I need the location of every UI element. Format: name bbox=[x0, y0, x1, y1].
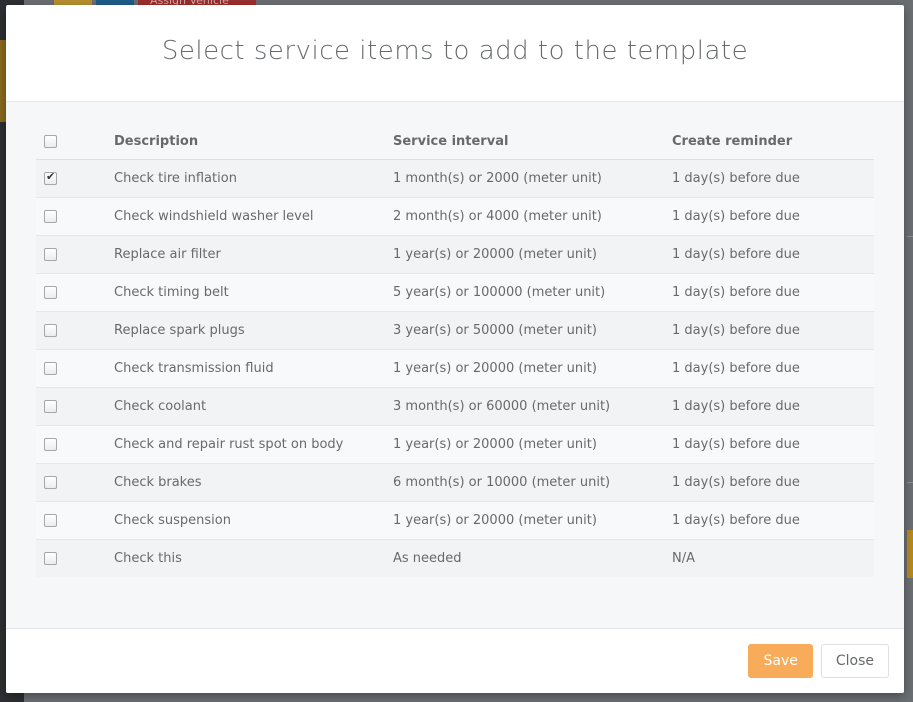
modal-header: Select service items to add to the templ… bbox=[6, 5, 904, 102]
row-description: Check this bbox=[114, 539, 393, 577]
background-divider bbox=[907, 482, 913, 483]
row-description: Check and repair rust spot on body bbox=[114, 425, 393, 464]
table-row[interactable]: Check transmission fluid 1 year(s) or 200… bbox=[36, 349, 874, 388]
row-checkbox-cell bbox=[36, 539, 114, 577]
row-checkbox[interactable] bbox=[44, 323, 57, 337]
row-description: Check brakes bbox=[114, 463, 393, 502]
table-row[interactable]: Check this As needed N/A bbox=[36, 539, 874, 577]
row-service-interval: 3 month(s) or 60000 (meter unit) bbox=[393, 387, 672, 426]
row-reminder: 1 day(s) before due bbox=[672, 235, 874, 274]
row-checkbox-cell bbox=[36, 349, 114, 388]
table-row[interactable]: Check windshield washer level 2 month(s) … bbox=[36, 197, 874, 236]
table-row[interactable]: Replace spark plugs 3 year(s) or 50000 (m… bbox=[36, 311, 874, 350]
row-reminder: 1 day(s) before due bbox=[672, 311, 874, 350]
select-all-checkbox[interactable] bbox=[44, 134, 57, 148]
table-row[interactable]: Check coolant 3 month(s) or 60000 (meter … bbox=[36, 387, 874, 426]
row-service-interval: 1 year(s) or 20000 (meter unit) bbox=[393, 425, 672, 464]
table-row[interactable]: Check tire inflation1 month(s) or 2000 (… bbox=[36, 159, 874, 198]
row-checkbox-cell bbox=[36, 387, 114, 426]
row-description: Check suspension bbox=[114, 501, 393, 540]
row-service-interval: 1 year(s) or 20000 (meter unit) bbox=[393, 349, 672, 388]
row-service-interval: 1 year(s) or 20000 (meter unit) bbox=[393, 501, 672, 540]
row-checkbox[interactable] bbox=[44, 399, 57, 413]
row-checkbox[interactable] bbox=[44, 247, 57, 261]
table-header-row: Description Service interval Create remi… bbox=[36, 124, 874, 160]
row-checkbox[interactable] bbox=[44, 551, 57, 565]
row-service-interval: As needed bbox=[393, 539, 672, 577]
row-service-interval: 3 year(s) or 50000 (meter unit) bbox=[393, 311, 672, 350]
table-row[interactable]: Replace air filter 1 year(s) or 20000 (me… bbox=[36, 235, 874, 274]
column-header-description: Description bbox=[114, 124, 393, 160]
row-description: Replace spark plugs bbox=[114, 311, 393, 350]
row-checkbox-cell bbox=[36, 197, 114, 236]
close-button[interactable]: Close bbox=[820, 644, 889, 678]
modal-title: Select service items to add to the templ… bbox=[161, 36, 749, 66]
row-service-interval: 2 month(s) or 4000 (meter unit) bbox=[393, 197, 672, 236]
row-description: Check timing belt bbox=[114, 273, 393, 312]
service-items-modal: Select service items to add to the templ… bbox=[6, 5, 904, 693]
row-checkbox[interactable] bbox=[44, 475, 57, 489]
service-items-table: Description Service interval Create remi… bbox=[36, 124, 874, 577]
row-checkbox-cell bbox=[36, 273, 114, 312]
row-checkbox-cell bbox=[36, 311, 114, 350]
row-reminder: 1 day(s) before due bbox=[672, 273, 874, 312]
row-checkbox-cell bbox=[36, 463, 114, 502]
row-reminder: 1 day(s) before due bbox=[672, 349, 874, 388]
row-description: Check tire inflation bbox=[114, 159, 393, 198]
modal-footer: Save Close bbox=[6, 628, 904, 693]
background-right-accent bbox=[907, 530, 913, 578]
row-checkbox-cell bbox=[36, 235, 114, 274]
column-header-reminder: Create reminder bbox=[672, 124, 874, 160]
row-checkbox[interactable] bbox=[44, 209, 57, 223]
row-reminder: 1 day(s) before due bbox=[672, 159, 874, 198]
row-reminder: 1 day(s) before due bbox=[672, 425, 874, 464]
row-checkbox[interactable] bbox=[44, 437, 57, 451]
column-header-interval: Service interval bbox=[393, 124, 672, 160]
row-reminder: 1 day(s) before due bbox=[672, 501, 874, 540]
row-service-interval: 1 month(s) or 2000 (meter unit) bbox=[393, 159, 672, 198]
row-service-interval: 5 year(s) or 100000 (meter unit) bbox=[393, 273, 672, 312]
row-checkbox-cell bbox=[36, 159, 114, 198]
row-service-interval: 6 month(s) or 10000 (meter unit) bbox=[393, 463, 672, 502]
select-all-cell bbox=[36, 124, 114, 160]
row-checkbox[interactable] bbox=[44, 361, 57, 375]
table-row[interactable]: Check suspension 1 year(s) or 20000 (mete… bbox=[36, 501, 874, 540]
row-description: Check windshield washer level bbox=[114, 197, 393, 236]
row-reminder: N/A bbox=[672, 539, 874, 577]
row-description: Check coolant bbox=[114, 387, 393, 426]
table-row[interactable]: Check and repair rust spot on body 1 year… bbox=[36, 425, 874, 464]
row-reminder: 1 day(s) before due bbox=[672, 387, 874, 426]
row-checkbox[interactable] bbox=[44, 285, 57, 299]
table-row[interactable]: Check timing belt 5 year(s) or 100000 (me… bbox=[36, 273, 874, 312]
save-button[interactable]: Save bbox=[748, 644, 813, 678]
row-reminder: 1 day(s) before due bbox=[672, 463, 874, 502]
row-checkbox-cell bbox=[36, 425, 114, 464]
row-description: Check transmission fluid bbox=[114, 349, 393, 388]
row-service-interval: 1 year(s) or 20000 (meter unit) bbox=[393, 235, 672, 274]
row-checkbox[interactable] bbox=[44, 513, 57, 527]
row-checkbox[interactable] bbox=[44, 170, 57, 185]
modal-body: Description Service interval Create remi… bbox=[6, 102, 904, 628]
row-description: Replace air filter bbox=[114, 235, 393, 274]
row-checkbox-cell bbox=[36, 501, 114, 540]
background-divider bbox=[907, 236, 913, 237]
table-row[interactable]: Check brakes 6 month(s) or 10000 (meter u… bbox=[36, 463, 874, 502]
row-reminder: 1 day(s) before due bbox=[672, 197, 874, 236]
